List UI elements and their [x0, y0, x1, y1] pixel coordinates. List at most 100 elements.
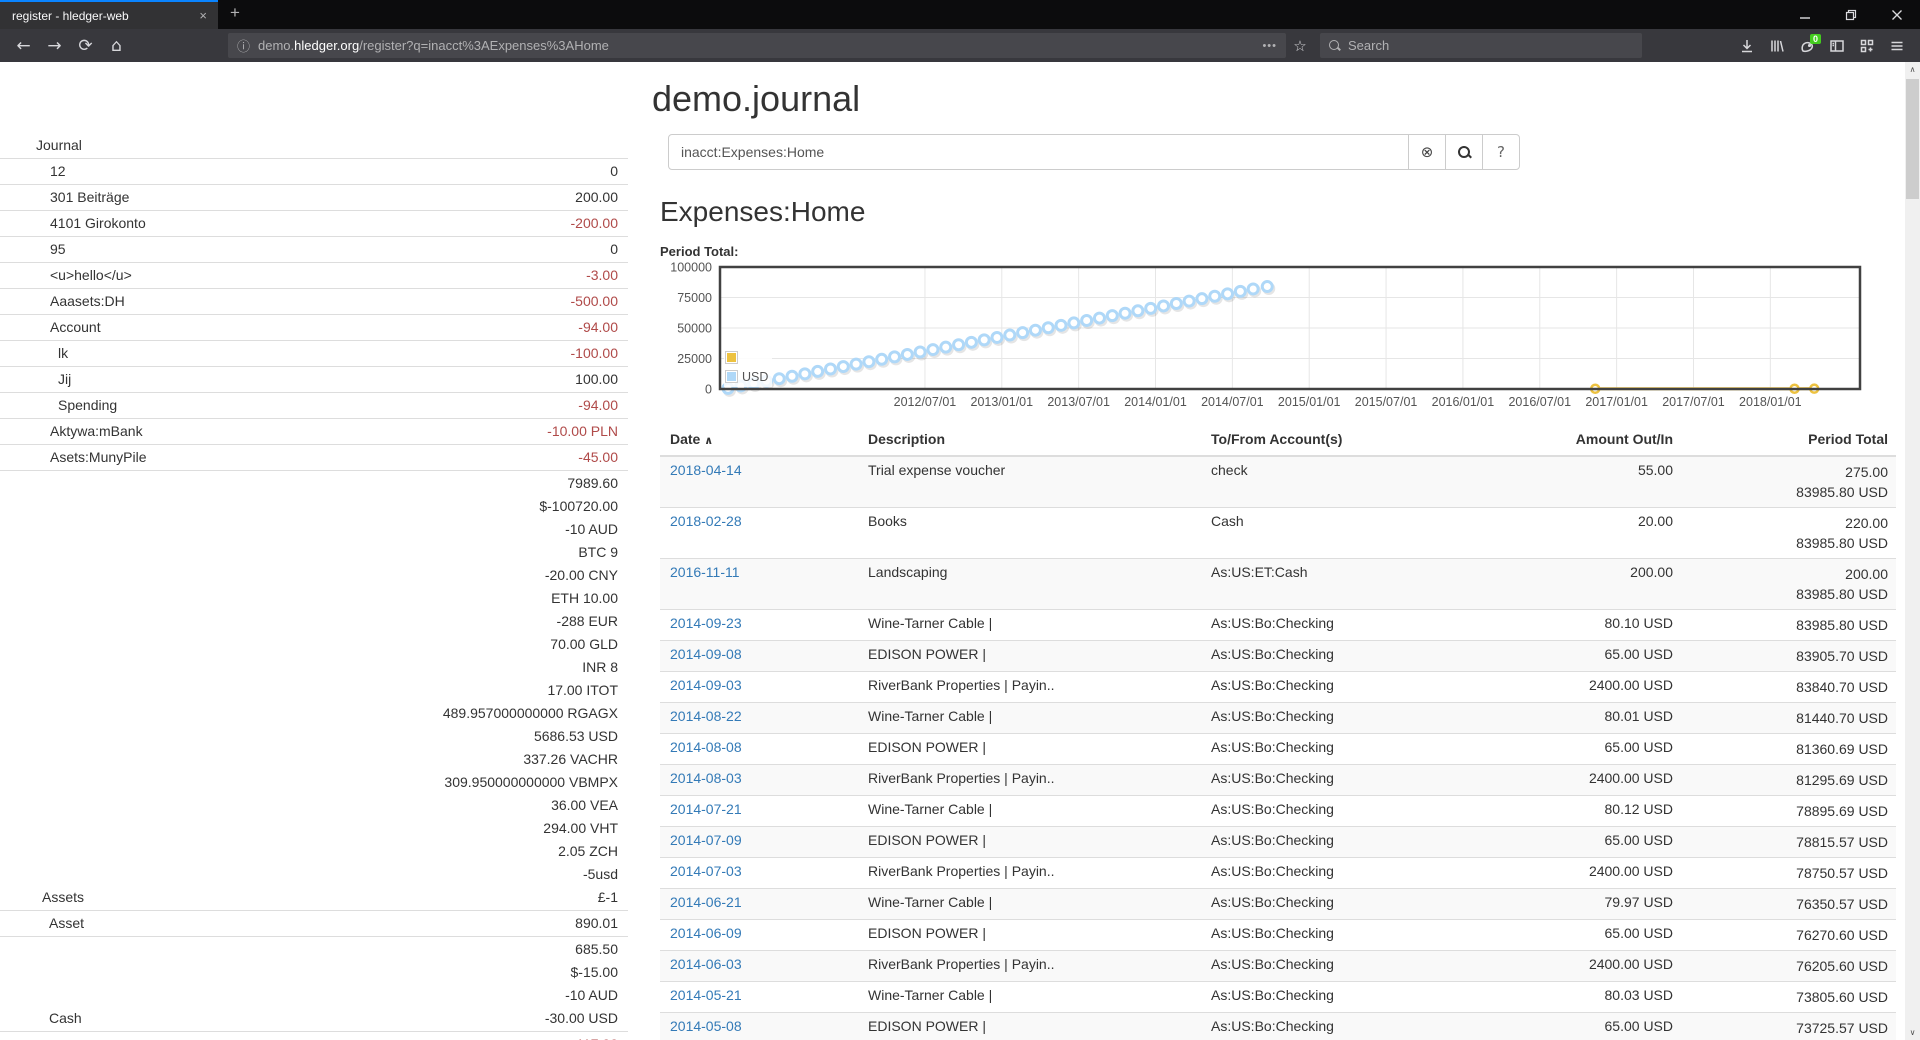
date-link[interactable]: 2014-09-23: [670, 615, 742, 631]
window-close-button[interactable]: [1874, 0, 1920, 29]
account-link[interactable]: 301 Beiträge: [0, 186, 129, 209]
amount-cell: 80.10 USD: [1451, 610, 1681, 641]
tab-title: register - hledger-web: [12, 9, 196, 23]
submit-search-button[interactable]: [1445, 134, 1483, 170]
account-balance: 200.00: [277, 185, 628, 211]
account-link[interactable]: Asets:MunyPile: [0, 446, 146, 469]
date-link[interactable]: 2014-08-03: [670, 770, 742, 786]
period-total-cell: 78815.57 USD: [1681, 827, 1896, 858]
column-header-date[interactable]: Date ∧: [660, 423, 858, 456]
sidebar-row: Journal: [0, 133, 628, 159]
account-link[interactable]: Asset: [0, 912, 84, 935]
account-balance: 0: [277, 159, 628, 185]
forward-icon[interactable]: →: [39, 33, 70, 59]
date-link[interactable]: 2018-04-14: [670, 462, 742, 478]
reload-icon[interactable]: ⟳: [70, 33, 101, 59]
account-link[interactable]: 4101 Girokonto: [0, 212, 146, 235]
account-balance: -200.00: [277, 211, 628, 237]
sidebar-toggle-icon[interactable]: [1822, 33, 1852, 59]
account-link[interactable]: Journal: [0, 134, 82, 157]
new-tab-button[interactable]: +: [218, 0, 252, 29]
tab-close-icon[interactable]: ×: [196, 8, 210, 23]
back-icon[interactable]: ←: [8, 33, 39, 59]
tofrom-cell: As:US:Bo:Checking: [1201, 982, 1451, 1013]
date-link[interactable]: 2014-08-22: [670, 708, 742, 724]
account-link[interactable]: Aaasets:DH: [0, 290, 125, 313]
account-link[interactable]: lk: [0, 342, 68, 365]
description-cell: EDISON POWER |: [858, 1013, 1201, 1040]
column-header-period-total[interactable]: Period Total: [1681, 423, 1896, 456]
description-cell: EDISON POWER |: [858, 641, 1201, 672]
date-link[interactable]: 2018-02-28: [670, 513, 742, 529]
amount-cell: 65.00 USD: [1451, 827, 1681, 858]
browser-search-input[interactable]: Search: [1320, 33, 1642, 58]
account-balance: -3.00: [277, 263, 628, 289]
date-link[interactable]: 2014-07-03: [670, 863, 742, 879]
account-link[interactable]: 12: [0, 160, 66, 183]
account-link[interactable]: Cash: [0, 1007, 82, 1030]
search-help-button[interactable]: ?: [1482, 134, 1520, 170]
column-header-tofrom[interactable]: To/From Account(s): [1201, 423, 1451, 456]
table-row: 2014-05-08EDISON POWER |As:US:Bo:Checkin…: [660, 1013, 1896, 1040]
query-input[interactable]: [668, 134, 1409, 170]
date-link[interactable]: 2014-06-21: [670, 894, 742, 910]
scroll-up-icon[interactable]: ∧: [1905, 62, 1920, 77]
page-actions-icon[interactable]: •••: [1262, 40, 1277, 52]
accounts-sidebar: Journal 12 0 301 Beiträge 200.00 4101 Girokon…: [0, 62, 628, 1040]
column-header-amount[interactable]: Amount Out/In: [1451, 423, 1681, 456]
amount-cell: 2400.00 USD: [1451, 765, 1681, 796]
page-title: demo.journal: [652, 78, 1896, 120]
tofrom-cell: As:US:Bo:Checking: [1201, 796, 1451, 827]
date-link[interactable]: 2014-06-09: [670, 925, 742, 941]
description-cell: Landscaping: [858, 559, 1201, 610]
page-scrollbar[interactable]: ∧ ∨: [1905, 62, 1920, 1040]
column-header-description[interactable]: Description: [858, 423, 1201, 456]
amount-cell: 65.00 USD: [1451, 1013, 1681, 1040]
tofrom-cell: As:US:Bo:Checking: [1201, 765, 1451, 796]
downloads-icon[interactable]: [1732, 33, 1762, 59]
window-minimize-button[interactable]: [1782, 0, 1828, 29]
table-row: 2014-09-23Wine-Tarner Cable |As:US:Bo:Ch…: [660, 610, 1896, 641]
date-link[interactable]: 2014-09-08: [670, 646, 742, 662]
date-link[interactable]: 2014-05-21: [670, 987, 742, 1003]
site-info-icon[interactable]: ⓘ: [237, 36, 250, 55]
account-link[interactable]: Assets: [0, 886, 84, 909]
account-link[interactable]: Aktywa:mBank: [0, 420, 143, 443]
account-link[interactable]: 95: [0, 238, 66, 261]
sidebar-row: Account-94.00: [0, 315, 628, 341]
table-row: 2014-06-03RiverBank Properties | Payin..…: [660, 951, 1896, 982]
account-link[interactable]: Account: [0, 316, 101, 339]
description-cell: RiverBank Properties | Payin..: [858, 765, 1201, 796]
menu-hamburger-icon[interactable]: [1882, 33, 1912, 59]
period-total-cell: 76270.60 USD: [1681, 920, 1896, 951]
date-link[interactable]: 2014-09-03: [670, 677, 742, 693]
bookmark-star-icon[interactable]: ☆: [1286, 37, 1314, 55]
scroll-down-icon[interactable]: ∨: [1905, 1025, 1920, 1040]
date-link[interactable]: 2014-06-03: [670, 956, 742, 972]
scrollbar-thumb[interactable]: [1906, 79, 1919, 199]
account-link[interactable]: Spending: [0, 394, 117, 417]
date-link[interactable]: 2016-11-11: [670, 564, 740, 580]
tab-register[interactable]: register - hledger-web ×: [0, 0, 218, 29]
browser-window: register - hledger-web × + ← → ⟳ ⌂ ⓘ dem…: [0, 0, 1920, 1040]
date-link[interactable]: 2014-05-08: [670, 1018, 742, 1034]
sidebar-row: 950: [0, 237, 628, 263]
tofrom-cell: As:US:Bo:Checking: [1201, 827, 1451, 858]
amount-cell: 2400.00 USD: [1451, 672, 1681, 703]
account-link[interactable]: <u>hello</u>: [0, 264, 132, 287]
url-bar[interactable]: ⓘ demo.hledger.org/register?q=inacct%3AE…: [228, 33, 1286, 58]
library-icon[interactable]: [1762, 33, 1792, 59]
clear-query-button[interactable]: ⊗: [1408, 134, 1446, 170]
sidebar-row: Asset890.01: [0, 911, 628, 937]
svg-text:2018/01/01: 2018/01/01: [1739, 395, 1802, 409]
account-link[interactable]: Jij: [0, 368, 71, 391]
date-link[interactable]: 2014-07-09: [670, 832, 742, 848]
table-row: 2014-05-21Wine-Tarner Cable |As:US:Bo:Ch…: [660, 982, 1896, 1013]
date-link[interactable]: 2014-08-08: [670, 739, 742, 755]
window-restore-button[interactable]: [1828, 0, 1874, 29]
apps-grid-icon[interactable]: [1852, 33, 1882, 59]
extension-icon[interactable]: 0: [1792, 33, 1822, 59]
home-icon[interactable]: ⌂: [101, 33, 132, 59]
date-link[interactable]: 2014-07-21: [670, 801, 742, 817]
table-row: 2018-02-28BooksCash20.00220.0083985.80 U…: [660, 508, 1896, 559]
